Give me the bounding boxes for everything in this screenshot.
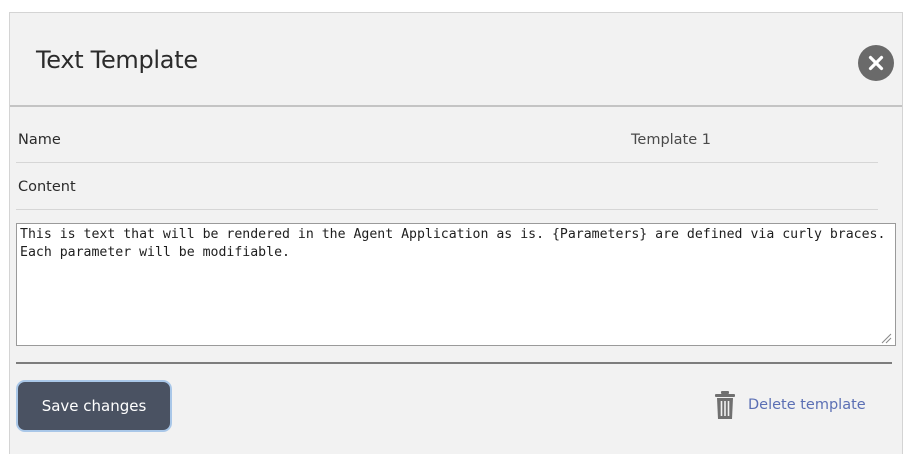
close-icon: [868, 55, 884, 71]
content-row: Content: [16, 163, 878, 210]
dialog-title: Text Template: [36, 46, 198, 74]
delete-template-label: Delete template: [748, 397, 866, 413]
name-label: Name: [18, 132, 61, 148]
close-button[interactable]: [858, 45, 894, 81]
content-label: Content: [18, 179, 76, 195]
name-value[interactable]: Template 1: [631, 132, 711, 148]
footer-divider: [16, 362, 892, 364]
trash-icon: [715, 391, 735, 419]
name-row: Name Template 1: [16, 118, 878, 163]
delete-template-link[interactable]: Delete template: [714, 390, 866, 420]
content-textarea[interactable]: This is text that will be rendered in th…: [16, 223, 896, 346]
resize-grip-icon[interactable]: [880, 332, 892, 344]
dialog-header: Text Template: [10, 13, 902, 107]
save-changes-button[interactable]: Save changes: [16, 380, 172, 432]
